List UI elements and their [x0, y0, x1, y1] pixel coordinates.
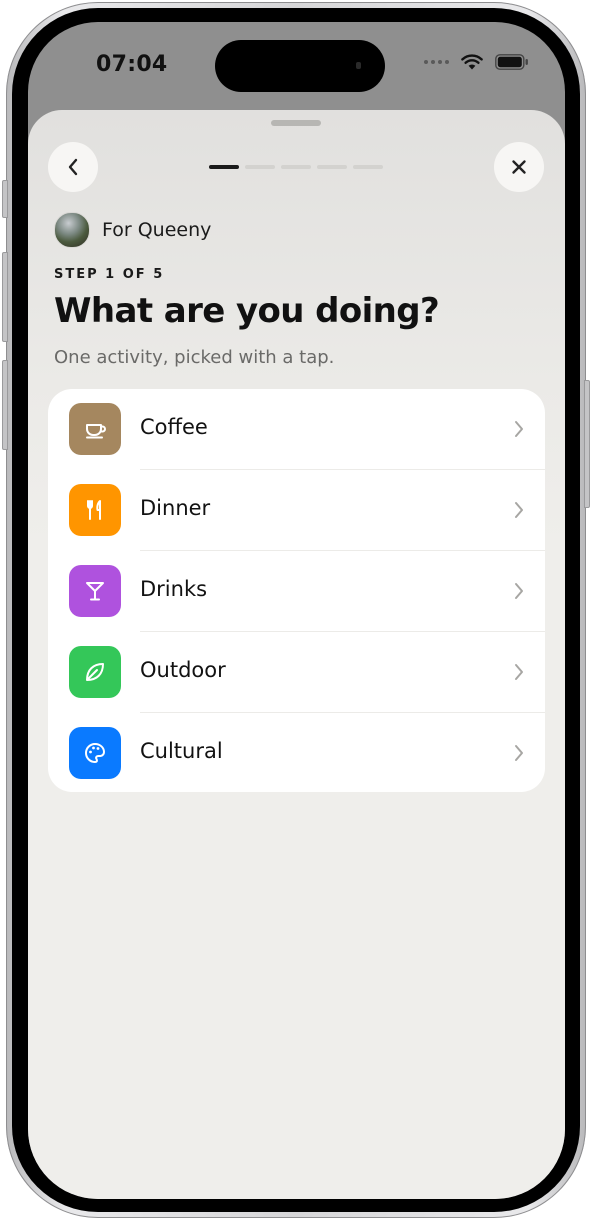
progress-segment-3 [281, 165, 311, 169]
page-subtitle: One activity, picked with a tap. [54, 347, 335, 368]
chevron-right-icon [515, 745, 523, 761]
chevron-right-icon [515, 664, 523, 680]
cocktail-glass-icon [69, 565, 121, 617]
wifi-icon [461, 54, 483, 70]
screen: 07:04 For Queeny STEP 1 OF 5 What are yo… [28, 22, 565, 1199]
chevron-right-icon [515, 502, 523, 518]
close-button[interactable] [494, 142, 544, 192]
activity-item-cultural[interactable]: Cultural [48, 713, 545, 792]
page-title: What are you doing? [54, 291, 440, 331]
status-indicators [424, 54, 529, 70]
signal-icon [424, 60, 449, 64]
progress-segment-2 [245, 165, 275, 169]
chevron-right-icon [515, 583, 523, 599]
camera-dot [356, 62, 361, 69]
avatar [54, 212, 90, 248]
progress-segment-5 [353, 165, 383, 169]
activity-sheet: For Queeny STEP 1 OF 5 What are you doin… [28, 110, 565, 1199]
sheet-grabber[interactable] [271, 120, 321, 126]
volume-up-button [2, 252, 8, 342]
recipient: For Queeny [54, 212, 211, 248]
activity-item-drinks[interactable]: Drinks [48, 551, 545, 632]
volume-down-button [2, 360, 8, 450]
chevron-left-icon [68, 158, 78, 176]
activity-label: Outdoor [140, 658, 226, 682]
activity-item-dinner[interactable]: Dinner [48, 470, 545, 551]
close-icon [512, 160, 526, 174]
battery-icon [495, 54, 528, 70]
activity-label: Drinks [140, 577, 208, 601]
activity-list: Coffee Dinner Drinks Outdoor Cultural [48, 389, 545, 792]
activity-item-coffee[interactable]: Coffee [48, 389, 545, 470]
activity-label: Coffee [140, 415, 208, 439]
progress-segment-4 [317, 165, 347, 169]
activity-label: Cultural [140, 739, 223, 763]
fork-knife-icon [69, 484, 121, 536]
activity-item-outdoor[interactable]: Outdoor [48, 632, 545, 713]
activity-label: Dinner [140, 496, 211, 520]
back-button[interactable] [48, 142, 98, 192]
status-time: 07:04 [96, 52, 168, 77]
step-progress [209, 165, 383, 169]
step-label: STEP 1 OF 5 [54, 267, 165, 282]
action-button [2, 180, 8, 218]
coffee-cup-icon [69, 403, 121, 455]
palette-icon [69, 727, 121, 779]
phone-frame: 07:04 For Queeny STEP 1 OF 5 What are yo… [2, 2, 590, 1218]
power-button [584, 380, 590, 508]
dynamic-island [215, 40, 385, 92]
progress-segment-1 [209, 165, 239, 169]
leaf-icon [69, 646, 121, 698]
recipient-name: For Queeny [102, 219, 212, 241]
chevron-right-icon [515, 421, 523, 437]
